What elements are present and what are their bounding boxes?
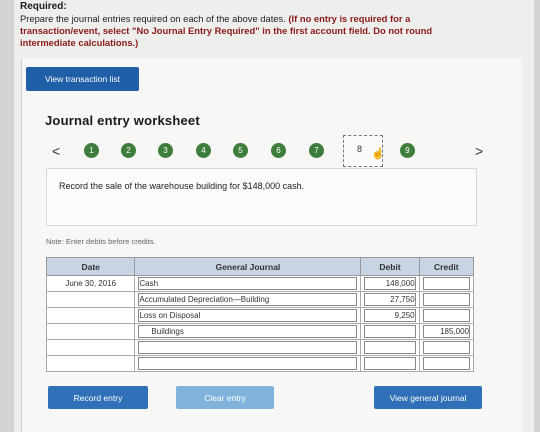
current-step-number: 8 [357,144,363,154]
account-cell[interactable]: Loss on Disposal [134,307,362,324]
table-row [45,339,475,356]
prev-step-arrow-icon[interactable]: < [52,143,60,159]
date-cell[interactable] [45,323,136,340]
instruction-text: Record the sale of the warehouse buildin… [59,181,305,191]
step-7[interactable]: 7 [309,143,324,158]
debit-cell[interactable]: 148,000 [360,275,420,292]
date-cell[interactable] [45,355,136,372]
header-debit: Debit [360,257,420,276]
credit-cell[interactable] [418,339,475,356]
credit-input[interactable] [422,309,470,322]
credit-cell[interactable] [418,355,475,372]
step-2[interactable]: 2 [121,143,136,158]
step-5[interactable]: 5 [233,143,248,158]
clear-entry-button[interactable]: Clear entry [176,386,274,409]
record-entry-button[interactable]: Record entry [48,386,148,409]
header-credit: Credit [418,257,475,276]
required-instructions: Prepare the journal entries required on … [20,13,460,49]
journal-header-row: Date General Journal Debit Credit [45,257,475,276]
debit-input[interactable]: 27,750 [364,293,416,306]
required-text-plain: Prepare the journal entries required on … [20,13,289,24]
debit-cell[interactable] [360,323,420,340]
next-step-arrow-icon[interactable]: > [475,143,483,159]
debit-input[interactable]: 9,250 [364,309,416,322]
date-cell[interactable]: June 30, 2016 [45,275,136,292]
credit-input[interactable] [422,277,470,290]
account-cell[interactable]: Cash [134,275,362,292]
account-cell[interactable]: Accumulated Depreciation—Building [134,291,362,308]
header-general-journal: General Journal [134,257,362,276]
step-3[interactable]: 3 [158,143,173,158]
credit-input[interactable]: 185,000 [422,325,470,338]
debit-cell[interactable]: 9,250 [360,307,420,324]
credit-cell[interactable] [418,307,475,324]
credit-input[interactable] [422,293,470,306]
debit-cell[interactable] [360,355,420,372]
view-transaction-list-button[interactable]: View transaction list [26,67,139,91]
credit-input[interactable] [422,357,470,370]
hand-pointer-icon: ☝ [371,148,385,160]
account-input[interactable]: Buildings [138,325,358,338]
debit-input[interactable] [364,325,416,338]
debit-input[interactable] [364,357,416,370]
note-text: Note: Enter debits before credits. [46,237,156,246]
step-9[interactable]: 9 [400,143,415,158]
table-row: June 30, 2016 Cash 148,000 [45,275,475,292]
instruction-box: Record the sale of the warehouse buildin… [46,168,477,226]
account-input[interactable] [138,357,358,370]
worksheet-title: Journal entry worksheet [45,113,200,128]
credit-cell[interactable]: 185,000 [418,323,475,340]
account-cell[interactable] [134,339,362,356]
table-row: Accumulated Depreciation—Building 27,750 [45,291,475,308]
account-input[interactable]: Accumulated Depreciation—Building [138,293,358,306]
view-general-journal-button[interactable]: View general journal [374,386,482,409]
account-cell[interactable] [134,355,362,372]
journal-table: Date General Journal Debit Credit June 3… [45,257,475,372]
debit-cell[interactable]: 27,750 [360,291,420,308]
step-6[interactable]: 6 [271,143,286,158]
table-row: Buildings 185,000 [45,323,475,340]
debit-input[interactable]: 148,000 [364,277,416,290]
credit-cell[interactable] [418,291,475,308]
debit-cell[interactable] [360,339,420,356]
debit-input[interactable] [364,341,416,354]
step-1[interactable]: 1 [84,143,99,158]
credit-cell[interactable] [418,275,475,292]
step-8-current[interactable]: 8 ☝ [343,135,385,167]
account-input[interactable] [138,341,358,354]
date-cell[interactable] [45,339,136,356]
date-cell[interactable] [45,307,136,324]
account-cell[interactable]: Buildings [134,323,362,340]
required-title: Required: [20,1,67,12]
date-cell[interactable] [45,291,136,308]
account-input[interactable]: Loss on Disposal [138,309,358,322]
table-row: Loss on Disposal 9,250 [45,307,475,324]
table-row [45,355,475,372]
header-date: Date [45,257,136,276]
step-4[interactable]: 4 [196,143,211,158]
credit-input[interactable] [422,341,470,354]
account-input[interactable]: Cash [138,277,358,290]
